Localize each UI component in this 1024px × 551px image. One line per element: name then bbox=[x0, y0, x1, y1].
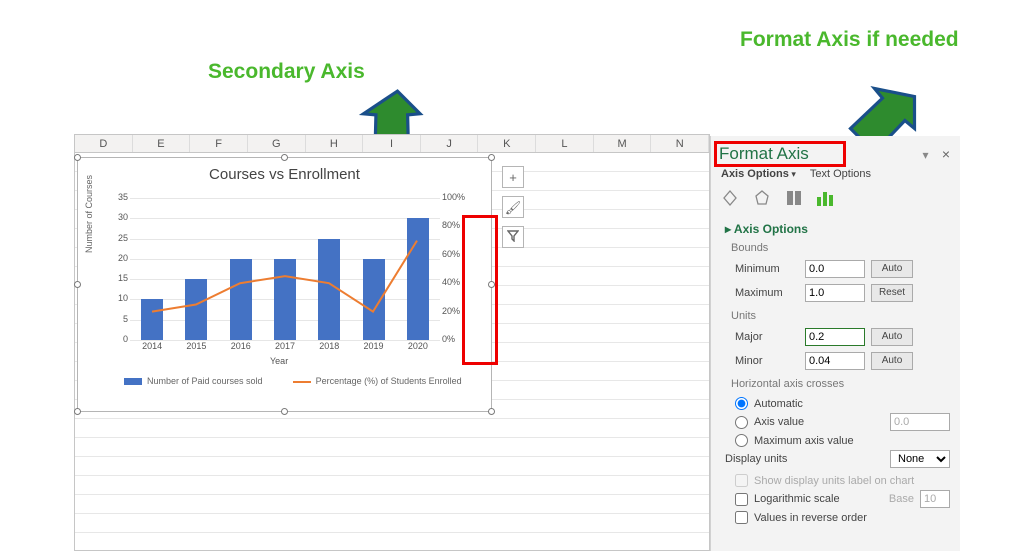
column-headers: D E F G H I J K L M N bbox=[75, 135, 709, 153]
minor-input[interactable] bbox=[805, 352, 865, 370]
major-input[interactable] bbox=[805, 328, 865, 346]
selection-handle[interactable] bbox=[488, 154, 495, 161]
col-header[interactable]: E bbox=[133, 135, 191, 152]
axis-options-section[interactable]: ▸ Axis Options bbox=[725, 218, 950, 240]
minor-label: Minor bbox=[735, 355, 799, 367]
maximum-axis-value-radio[interactable] bbox=[735, 434, 748, 447]
spreadsheet-grid: D E F G H I J K L M N Courses vs Enrollm… bbox=[74, 134, 710, 551]
size-properties-icon[interactable] bbox=[783, 188, 805, 208]
col-header[interactable]: L bbox=[536, 135, 594, 152]
legend-swatch-bar bbox=[124, 378, 142, 385]
logarithmic-scale-checkbox[interactable] bbox=[735, 493, 748, 506]
annotation-format-axis: Format Axis if needed bbox=[740, 28, 959, 52]
fill-line-icon[interactable] bbox=[719, 188, 741, 208]
chart-legend[interactable]: Number of Paid courses sold Percentage (… bbox=[124, 376, 462, 386]
text-options-tab[interactable]: Text Options bbox=[810, 168, 871, 180]
axis-value-radio[interactable] bbox=[735, 416, 748, 429]
x-axis-label[interactable]: Year bbox=[270, 356, 288, 366]
chart-title[interactable]: Courses vs Enrollment bbox=[78, 166, 491, 183]
values-reverse-order-checkbox[interactable] bbox=[735, 511, 748, 524]
col-header[interactable]: H bbox=[306, 135, 364, 152]
chart-styles-button[interactable]: 🖌 bbox=[502, 196, 524, 218]
annotation-secondary-axis: Secondary Axis bbox=[208, 60, 365, 84]
col-header[interactable]: I bbox=[363, 135, 421, 152]
minimum-auto-button[interactable]: Auto bbox=[871, 260, 913, 278]
col-header[interactable]: G bbox=[248, 135, 306, 152]
col-header[interactable]: D bbox=[75, 135, 133, 152]
maximum-label: Maximum bbox=[735, 287, 799, 299]
axis-options-icon[interactable] bbox=[815, 188, 837, 208]
display-units-dropdown[interactable]: None bbox=[890, 450, 950, 468]
line-series[interactable] bbox=[130, 198, 440, 340]
col-header[interactable]: J bbox=[421, 135, 479, 152]
chart-elements-button[interactable]: + bbox=[502, 166, 524, 188]
chart-filters-button[interactable] bbox=[502, 226, 524, 248]
col-header[interactable]: N bbox=[651, 135, 709, 152]
show-display-units-checkbox bbox=[735, 474, 748, 487]
maximum-input[interactable] bbox=[805, 284, 865, 302]
automatic-radio[interactable] bbox=[735, 397, 748, 410]
highlight-panel-title bbox=[714, 141, 846, 167]
major-auto-button[interactable]: Auto bbox=[871, 328, 913, 346]
chart-object[interactable]: Courses vs Enrollment Number of Courses … bbox=[77, 157, 492, 412]
axis-options-tab[interactable]: Axis Options bbox=[721, 168, 796, 180]
maximum-reset-button[interactable]: Reset bbox=[871, 284, 913, 302]
selection-handle[interactable] bbox=[74, 281, 81, 288]
selection-handle[interactable] bbox=[488, 408, 495, 415]
horizontal-axis-crosses-label: Horizontal axis crosses bbox=[725, 376, 950, 394]
legend-swatch-line bbox=[293, 381, 311, 383]
bounds-label: Bounds bbox=[725, 240, 950, 258]
selection-handle[interactable] bbox=[281, 154, 288, 161]
plot-area[interactable]: 35 30 25 20 15 10 5 0 100% 80% 60% 40% 2… bbox=[130, 198, 440, 340]
col-header[interactable]: F bbox=[190, 135, 248, 152]
selection-handle[interactable] bbox=[281, 408, 288, 415]
close-panel-button[interactable]: × bbox=[942, 146, 950, 162]
format-axis-panel: Format Axis ▾ × Axis Options Text Option… bbox=[710, 136, 960, 551]
selection-handle[interactable] bbox=[74, 408, 81, 415]
display-units-label: Display units bbox=[725, 453, 805, 465]
minimum-label: Minimum bbox=[735, 263, 799, 275]
minimum-input[interactable] bbox=[805, 260, 865, 278]
highlight-secondary-axis bbox=[462, 215, 498, 365]
selection-handle[interactable] bbox=[74, 154, 81, 161]
x-axis-ticks: 201420152016 201720182019 2020 bbox=[130, 341, 440, 351]
y-axis-ticks: 35 30 25 20 15 10 5 0 bbox=[108, 192, 128, 346]
y-axis-label[interactable]: Number of Courses bbox=[84, 175, 94, 253]
minor-auto-button[interactable]: Auto bbox=[871, 352, 913, 370]
units-label: Units bbox=[725, 308, 950, 326]
effects-icon[interactable] bbox=[751, 188, 773, 208]
log-base-input bbox=[920, 490, 950, 508]
panel-menu-dropdown[interactable]: ▾ bbox=[922, 148, 928, 162]
col-header[interactable]: M bbox=[594, 135, 652, 152]
axis-value-input bbox=[890, 413, 950, 431]
major-label: Major bbox=[735, 331, 799, 343]
col-header[interactable]: K bbox=[478, 135, 536, 152]
